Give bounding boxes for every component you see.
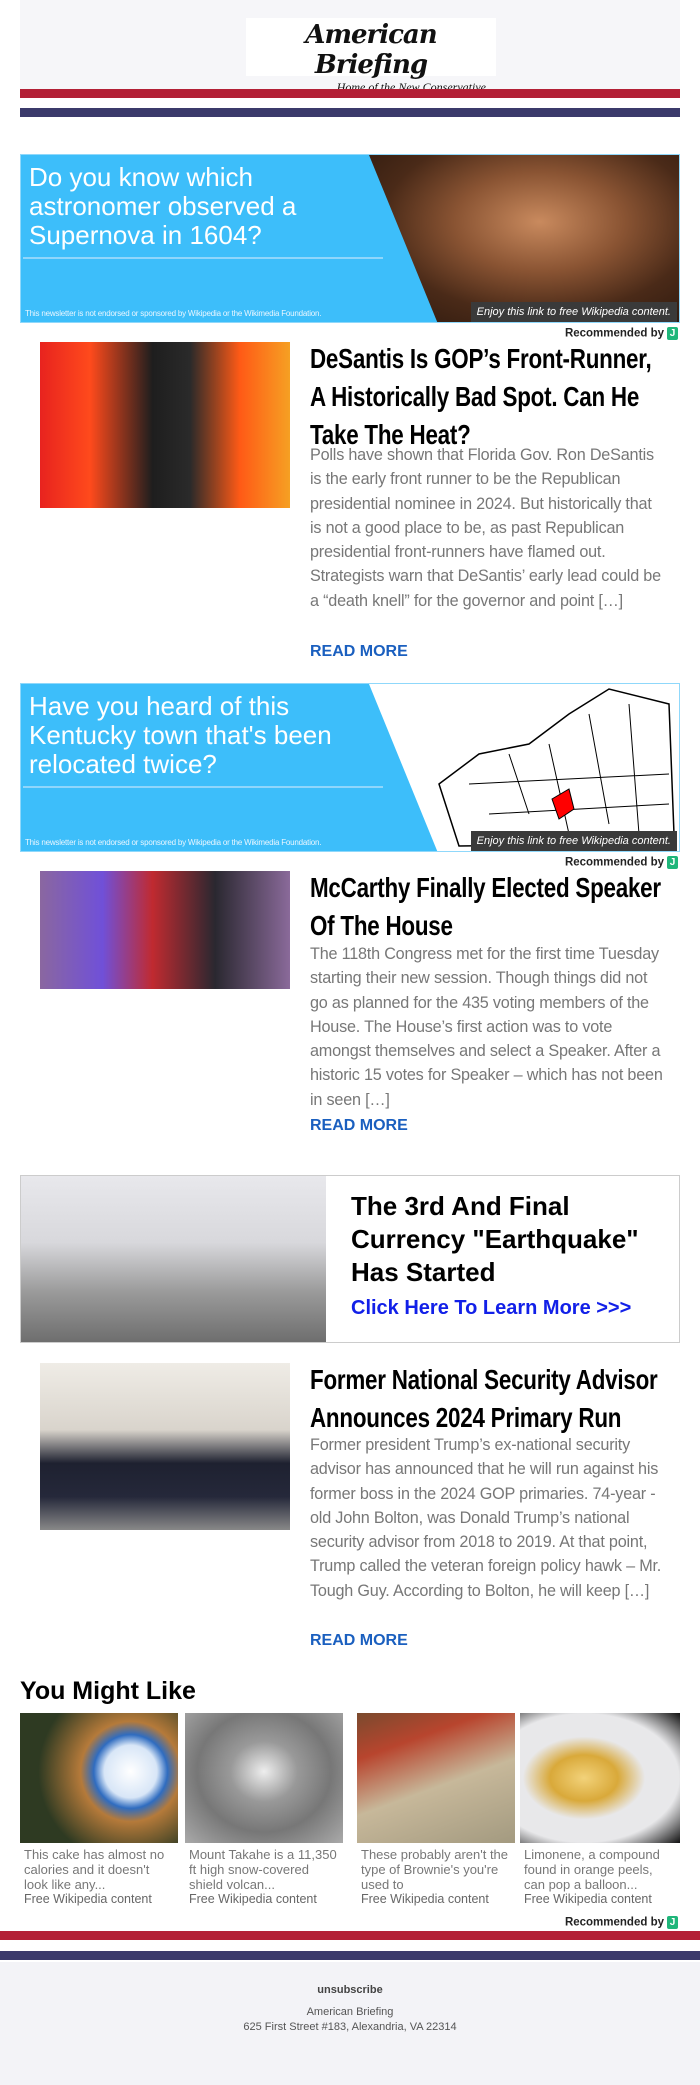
recommended-by[interactable]: Recommended by J: [565, 1916, 678, 1929]
recommendation-tile[interactable]: These probably aren't the type of Browni…: [357, 1713, 515, 1906]
recommended-label: Recommended by: [564, 327, 664, 340]
kentucky-map-image: [369, 684, 679, 851]
tile-text: This cake has almost no calories and it …: [24, 1847, 165, 1892]
ad-image: [21, 1176, 326, 1342]
logo[interactable]: American Briefing Home of the New Conser…: [246, 18, 496, 94]
article-image[interactable]: [40, 871, 290, 989]
tile-text: These probably aren't the type of Browni…: [361, 1847, 509, 1892]
read-more-link[interactable]: READ MORE: [310, 1117, 408, 1135]
article-title[interactable]: DeSantis Is GOP’s Front-Runner, A Histor…: [310, 340, 670, 454]
navy-divider: [0, 1951, 700, 1960]
promo-caption: Enjoy this link to free Wikipedia conten…: [470, 831, 677, 851]
article-excerpt: The 118th Congress met for the first tim…: [310, 945, 663, 1109]
section-heading: You Might Like: [20, 1677, 196, 1705]
wikipedia-promo-banner[interactable]: Do you know which astronomer observed a …: [20, 154, 680, 323]
tile-image: [520, 1713, 680, 1843]
recommender-logo-icon: J: [667, 856, 678, 869]
wikipedia-promo-banner[interactable]: Have you heard of this Kentucky town tha…: [20, 683, 680, 852]
tile-source: Free Wikipedia content: [361, 1892, 489, 1906]
footer-company: American Briefing: [306, 2006, 394, 2018]
disclaimer: This newsletter is not endorsed or spons…: [25, 838, 322, 847]
ad-headline: The 3rd And Final Currency "Earthquake" …: [351, 1191, 639, 1287]
recommended-label: Recommended by: [564, 1916, 664, 1929]
footer-address: 625 First Street #183, Alexandria, VA 22…: [243, 2021, 457, 2033]
recommended-by[interactable]: Recommended by J: [565, 856, 678, 869]
recommendation-tile[interactable]: Limonene, a compound found in orange pee…: [520, 1713, 680, 1906]
read-more-link[interactable]: READ MORE: [310, 1632, 408, 1650]
recommender-logo-icon: J: [667, 1916, 678, 1929]
disclaimer: This newsletter is not endorsed or spons…: [25, 309, 322, 318]
tile-text: Mount Takahe is a 11,350 ft high snow-co…: [189, 1847, 337, 1892]
red-divider: [20, 89, 680, 98]
promo-question: Do you know which astronomer observed a …: [29, 162, 297, 250]
tile-image: [20, 1713, 178, 1843]
unsubscribe-link[interactable]: unsubscribe: [0, 1984, 700, 1996]
divider: [23, 786, 383, 788]
article-excerpt: Polls have shown that Florida Gov. Ron D…: [310, 446, 661, 610]
newsletter-header: American Briefing Home of the New Conser…: [20, 0, 680, 94]
tile-source: Free Wikipedia content: [24, 1892, 152, 1906]
tile-text: Limonene, a compound found in orange pee…: [524, 1847, 660, 1892]
kentucky-county-map: [438, 688, 675, 847]
recommendation-tile[interactable]: Mount Takahe is a 11,350 ft high snow-co…: [185, 1713, 343, 1906]
article-title[interactable]: McCarthy Finally Elected Speaker Of The …: [310, 869, 670, 945]
sponsored-ad-banner[interactable]: The 3rd And Final Currency "Earthquake" …: [20, 1175, 680, 1343]
astronomer-portrait-image: [369, 155, 679, 322]
divider: [23, 257, 383, 259]
article-title[interactable]: Former National Security Advisor Announc…: [310, 1361, 670, 1437]
tile-image: [185, 1713, 343, 1843]
recommendation-tile[interactable]: This cake has almost no calories and it …: [20, 1713, 178, 1906]
footer: unsubscribe American Briefing 625 First …: [0, 1962, 700, 2085]
promo-question: Have you heard of this Kentucky town tha…: [29, 691, 332, 779]
ad-cta-link[interactable]: Click Here To Learn More >>>: [351, 1297, 631, 1320]
tile-source: Free Wikipedia content: [524, 1892, 652, 1906]
tile-image: [357, 1713, 515, 1843]
recommended-by[interactable]: Recommended by J: [565, 327, 678, 340]
logo-title: American Briefing: [305, 20, 437, 80]
recommender-logo-icon: J: [667, 327, 678, 340]
recommended-label: Recommended by: [564, 856, 664, 869]
promo-caption: Enjoy this link to free Wikipedia conten…: [470, 302, 677, 322]
red-divider: [0, 1931, 700, 1940]
article-image[interactable]: [40, 342, 290, 508]
article-excerpt: Former president Trump’s ex-national sec…: [310, 1436, 662, 1600]
read-more-link[interactable]: READ MORE: [310, 643, 408, 661]
navy-divider: [20, 108, 680, 117]
article-image[interactable]: [40, 1363, 290, 1530]
tile-source: Free Wikipedia content: [189, 1892, 317, 1906]
